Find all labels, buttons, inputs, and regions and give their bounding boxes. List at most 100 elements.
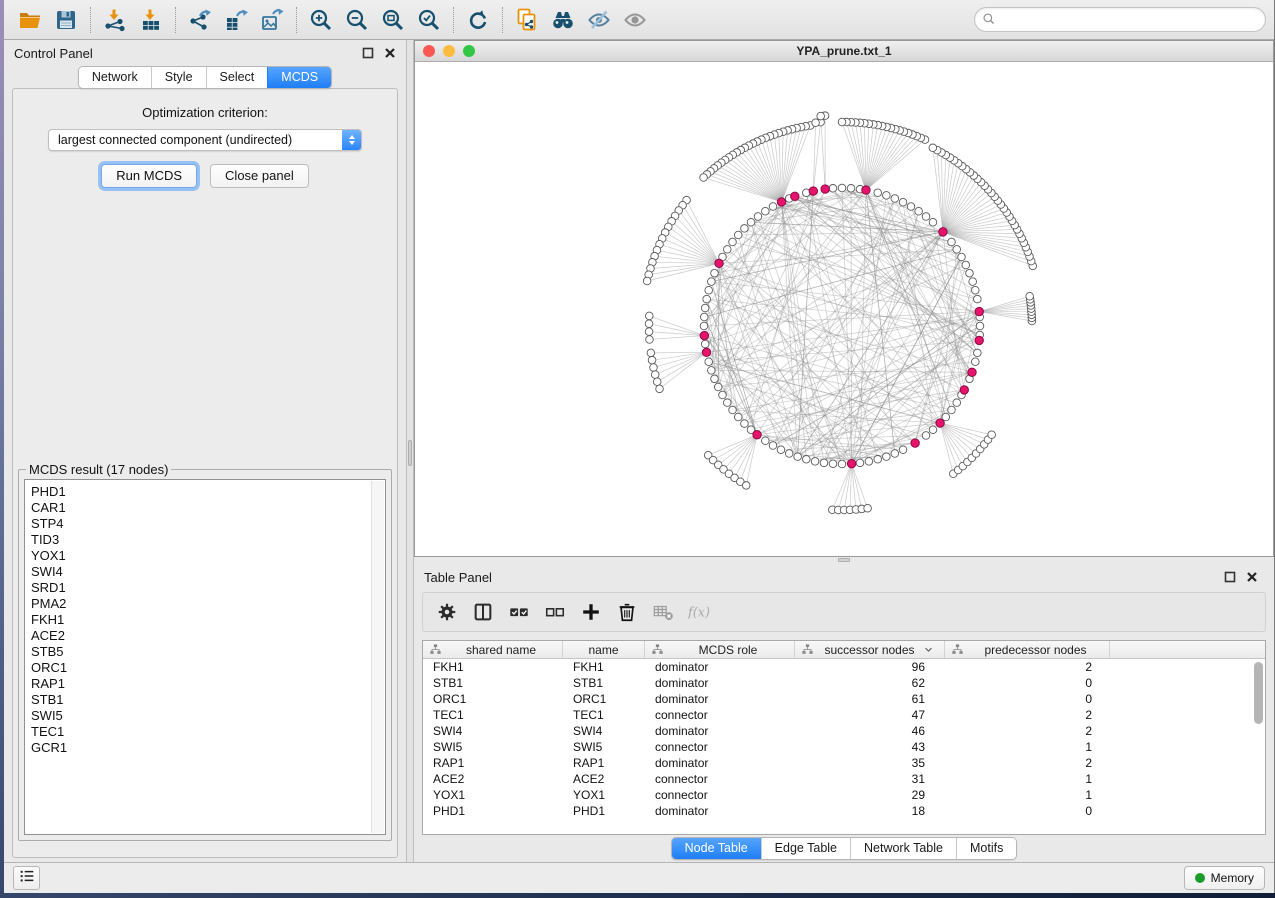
- network-node[interactable]: [838, 118, 846, 126]
- close-table-panel-icon[interactable]: [1246, 571, 1258, 583]
- import-table-button[interactable]: [133, 4, 169, 36]
- column-header-successor-nodes[interactable]: successor nodes: [795, 641, 945, 658]
- network-node[interactable]: [701, 304, 709, 312]
- network-node[interactable]: [754, 213, 762, 221]
- network-node[interactable]: [762, 207, 770, 215]
- mcds-node-item[interactable]: SRD1: [31, 580, 385, 596]
- network-node[interactable]: [838, 460, 846, 468]
- table-row[interactable]: FKH1FKH1dominator962: [423, 659, 1265, 675]
- network-node[interactable]: [705, 286, 713, 294]
- gear-button[interactable]: [431, 597, 463, 627]
- show-all-button[interactable]: [617, 4, 653, 36]
- column-header-predecessor-nodes[interactable]: predecessor nodes: [945, 641, 1110, 658]
- horizontal-split-divider[interactable]: [414, 557, 1274, 564]
- mcds-network-node[interactable]: [975, 307, 983, 315]
- network-node[interactable]: [708, 367, 716, 375]
- mcds-network-node[interactable]: [700, 331, 708, 339]
- network-node[interactable]: [711, 269, 719, 277]
- network-node[interactable]: [988, 431, 996, 439]
- network-node[interactable]: [922, 432, 930, 440]
- network-node[interactable]: [820, 459, 828, 467]
- tab-node-table[interactable]: Node Table: [672, 838, 761, 859]
- clone-network-button[interactable]: [509, 4, 545, 36]
- mcds-network-node[interactable]: [939, 228, 947, 236]
- tab-edge-table[interactable]: Edge Table: [761, 838, 850, 859]
- network-node[interactable]: [953, 246, 961, 254]
- mcds-node-item[interactable]: GCR1: [31, 740, 385, 756]
- mcds-node-item[interactable]: RAP1: [31, 676, 385, 692]
- tab-mcds[interactable]: MCDS: [267, 67, 331, 88]
- mcds-network-node[interactable]: [911, 439, 919, 447]
- network-node[interactable]: [643, 277, 651, 285]
- mcds-network-node[interactable]: [791, 192, 799, 200]
- network-node[interactable]: [1026, 292, 1034, 300]
- mcds-node-item[interactable]: FKH1: [31, 612, 385, 628]
- tab-motifs[interactable]: Motifs: [956, 838, 1016, 859]
- float-panel-icon[interactable]: [362, 47, 374, 59]
- network-node[interactable]: [741, 225, 749, 233]
- network-node[interactable]: [723, 399, 731, 407]
- network-node[interactable]: [829, 184, 837, 192]
- network-node[interactable]: [811, 458, 819, 466]
- network-node[interactable]: [719, 391, 727, 399]
- network-node[interactable]: [812, 119, 820, 127]
- network-node[interactable]: [856, 459, 864, 467]
- network-node[interactable]: [953, 399, 961, 407]
- network-node[interactable]: [929, 144, 937, 152]
- table-row[interactable]: PHD1PHD1dominator180: [423, 803, 1265, 819]
- mcds-network-node[interactable]: [975, 336, 983, 344]
- task-history-button[interactable]: [13, 866, 40, 890]
- close-panel-icon[interactable]: [384, 47, 396, 59]
- add-row-button[interactable]: [575, 597, 607, 627]
- network-node[interactable]: [899, 446, 907, 454]
- open-folder-button[interactable]: [12, 4, 48, 36]
- mcds-network-node[interactable]: [821, 185, 829, 193]
- mcds-node-item[interactable]: SWI4: [31, 564, 385, 580]
- table-scrollbar[interactable]: [1253, 660, 1264, 833]
- network-node[interactable]: [817, 112, 825, 120]
- run-mcds-button[interactable]: Run MCDS: [101, 164, 197, 188]
- network-node[interactable]: [785, 450, 793, 458]
- network-node[interactable]: [729, 238, 737, 246]
- network-node[interactable]: [700, 174, 708, 182]
- network-node[interactable]: [865, 458, 873, 466]
- save-button[interactable]: [48, 4, 84, 36]
- network-node[interactable]: [794, 453, 802, 461]
- refresh-button[interactable]: [460, 4, 496, 36]
- tab-network[interactable]: Network: [79, 67, 151, 88]
- find-button[interactable]: [545, 4, 581, 36]
- network-node[interactable]: [962, 261, 970, 269]
- mcds-node-item[interactable]: PHD1: [31, 484, 385, 500]
- mcds-network-node[interactable]: [777, 198, 785, 206]
- network-node[interactable]: [974, 349, 982, 357]
- network-node[interactable]: [700, 322, 708, 330]
- mcds-node-item[interactable]: STB1: [31, 692, 385, 708]
- table-scrollbar-thumb[interactable]: [1254, 662, 1263, 724]
- hide-unselected-button[interactable]: [581, 4, 617, 36]
- tab-network-table[interactable]: Network Table: [850, 838, 956, 859]
- network-node[interactable]: [874, 455, 882, 463]
- network-node[interactable]: [645, 312, 653, 320]
- network-node[interactable]: [976, 322, 984, 330]
- network-node[interactable]: [969, 278, 977, 286]
- table-row[interactable]: TEC1TEC1connector472: [423, 707, 1265, 723]
- mcds-network-node[interactable]: [847, 459, 855, 467]
- tab-style[interactable]: Style: [151, 67, 206, 88]
- network-node[interactable]: [645, 328, 653, 336]
- mcds-network-node[interactable]: [702, 348, 710, 356]
- divider-grab-handle[interactable]: [408, 440, 412, 466]
- column-header-name[interactable]: name: [563, 641, 645, 658]
- mcds-network-node[interactable]: [753, 431, 761, 439]
- split-grab-handle[interactable]: [838, 558, 850, 562]
- column-header-MCDS-role[interactable]: MCDS role: [645, 641, 795, 658]
- select-all-button[interactable]: [503, 597, 535, 627]
- network-node[interactable]: [734, 231, 742, 239]
- criterion-dropdown[interactable]: largest connected component (undirected): [48, 129, 362, 151]
- network-node[interactable]: [958, 253, 966, 261]
- mcds-node-item[interactable]: ORC1: [31, 660, 385, 676]
- network-node[interactable]: [929, 218, 937, 226]
- panel-split-divider[interactable]: [406, 40, 414, 862]
- network-node[interactable]: [646, 336, 654, 344]
- network-node[interactable]: [723, 246, 731, 254]
- memory-button[interactable]: Memory: [1184, 866, 1265, 890]
